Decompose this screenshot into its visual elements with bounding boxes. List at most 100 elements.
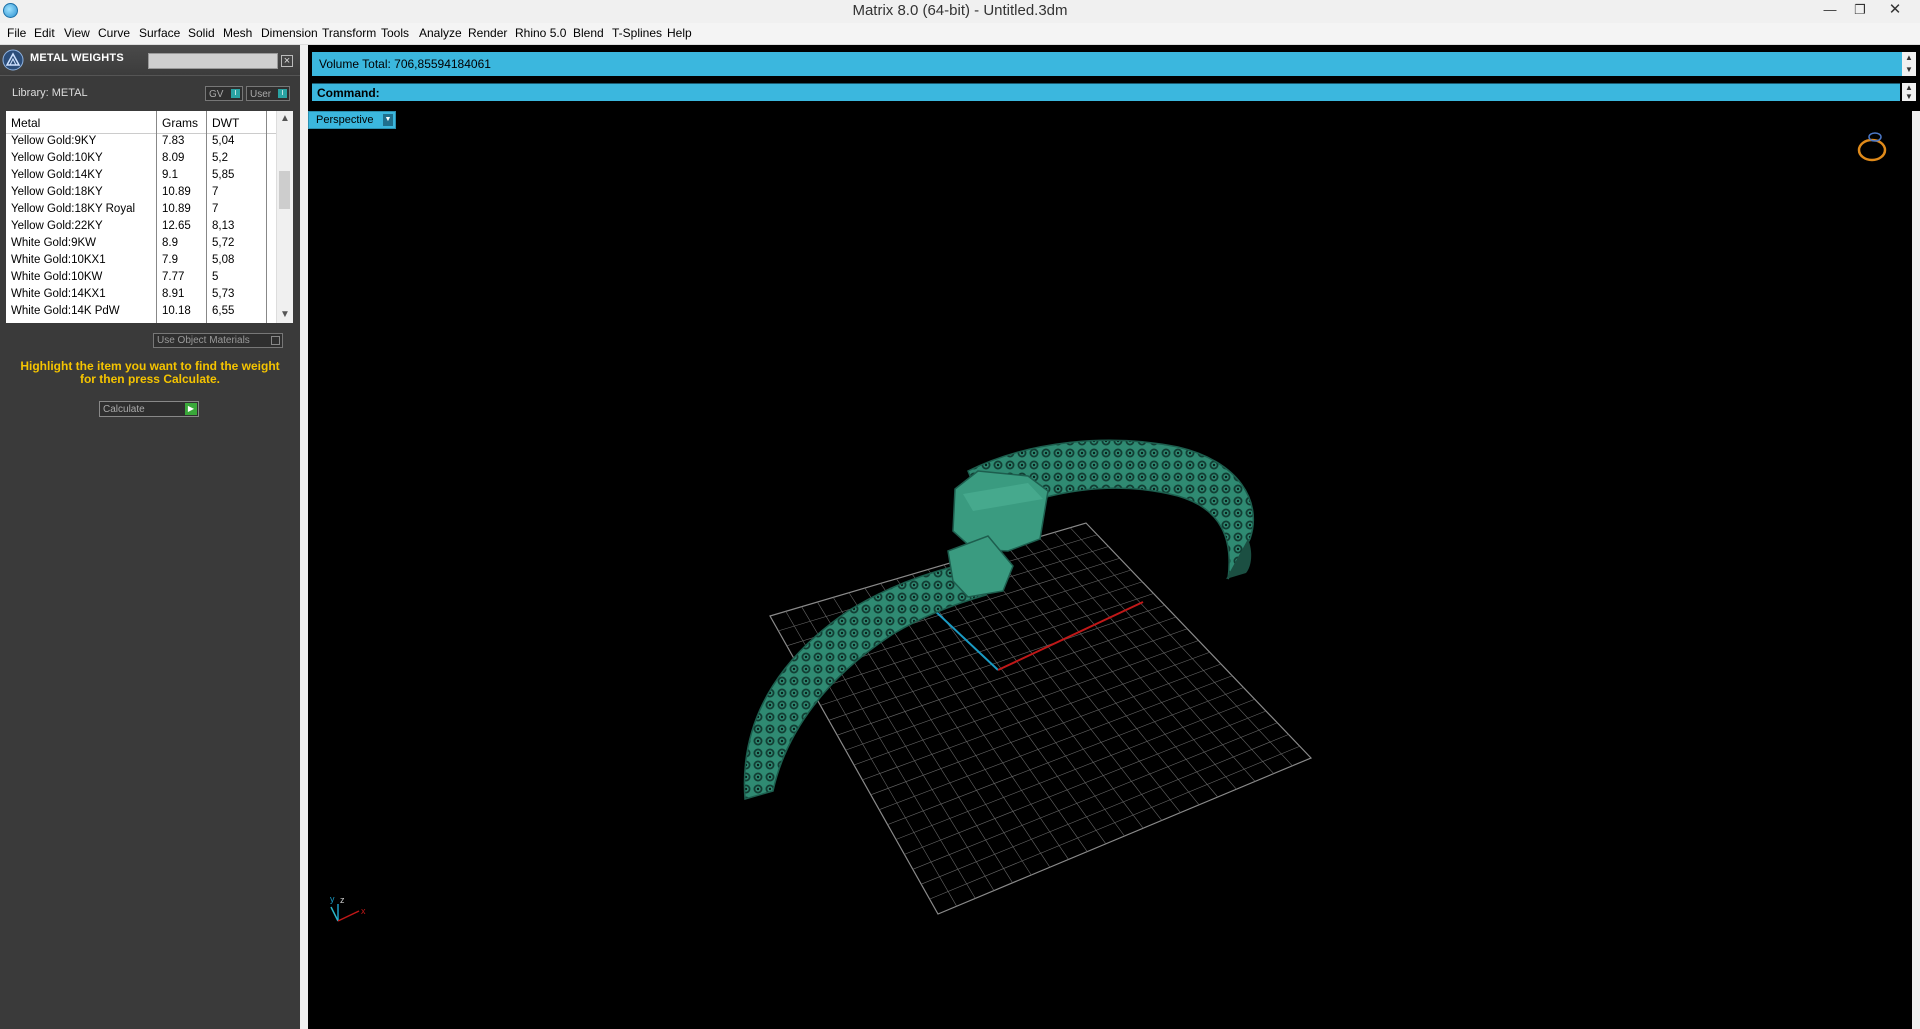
cell-dwt: 8,13 <box>212 220 235 232</box>
cell-metal: Yellow Gold:10KY <box>11 152 103 164</box>
cell-metal: White Gold:14KX1 <box>11 288 106 300</box>
cell-grams: 7.77 <box>162 271 185 283</box>
table-row[interactable]: Yellow Gold:22KY 12.65 8,13 <box>6 218 276 235</box>
menu-solid[interactable]: Solid <box>188 26 215 40</box>
cell-metal: White Gold:10KX1 <box>11 254 106 266</box>
table-scrollbar[interactable]: ▲ ▼ <box>276 111 293 323</box>
table-row[interactable]: White Gold:14KX1 8.91 5,73 <box>6 286 276 303</box>
ring-navigation-icon[interactable] <box>1857 132 1887 162</box>
cell-metal: Yellow Gold:22KY <box>11 220 103 232</box>
metal-table: Metal Grams DWT Yellow Gold:9KY 7.83 5,04 … <box>6 111 293 323</box>
history-scrollbar[interactable]: ▲ ▼ <box>1902 52 1916 76</box>
play-arrow-icon: ▶ <box>185 403 197 415</box>
menu-blend[interactable]: Blend <box>573 26 604 40</box>
menu-rhino[interactable]: Rhino 5.0 <box>515 26 566 40</box>
column-header-dwt[interactable]: DWT <box>212 116 239 130</box>
cell-grams: 10.89 <box>162 186 191 198</box>
menu-dimension[interactable]: Dimension <box>261 26 318 40</box>
panel-splitter[interactable] <box>300 45 308 1029</box>
menu-edit[interactable]: Edit <box>34 26 55 40</box>
table-row[interactable]: Yellow Gold:18KY Royal 10.89 7 <box>6 201 276 218</box>
panel-close-icon[interactable]: × <box>281 55 293 67</box>
cell-dwt: 7 <box>212 203 219 215</box>
gv-toggle[interactable]: GV I <box>205 86 243 101</box>
checkbox-box-icon <box>271 336 280 345</box>
table-row[interactable]: Yellow Gold:10KY 8.09 5,2 <box>6 150 276 167</box>
command-prompt-label: Command: <box>317 86 380 100</box>
grid-line <box>1069 527 1293 767</box>
menu-tsplines[interactable]: T-Splines <box>612 26 662 40</box>
column-header-grams[interactable]: Grams <box>162 116 198 130</box>
cell-grams: 7.83 <box>162 135 185 147</box>
menu-transform[interactable]: Transform <box>322 26 376 40</box>
use-object-materials-checkbox[interactable]: Use Object Materials <box>153 333 283 348</box>
table-row[interactable]: White Gold:9KW 8.9 5,72 <box>6 235 276 252</box>
cell-metal: Yellow Gold:18KY <box>11 186 103 198</box>
cell-grams: 8.09 <box>162 152 185 164</box>
scroll-up-icon[interactable]: ▲ <box>277 111 293 127</box>
command-area: Volume Total: 706,85594184061 ▲ ▼ Command… <box>308 45 1920 111</box>
instruction-text: Highlight the item you want to find the … <box>20 359 280 386</box>
table-row[interactable]: White Gold:14K PdW 10.18 6,55 <box>6 303 276 320</box>
column-header-metal[interactable]: Metal <box>11 116 40 130</box>
y-axis-line <box>932 608 999 671</box>
scroll-thumb[interactable] <box>279 171 290 209</box>
cell-metal: Yellow Gold:9KY <box>11 135 97 147</box>
cell-grams: 12.65 <box>162 220 191 232</box>
scroll-down-icon[interactable]: ▼ <box>277 307 293 323</box>
panel-title: METAL WEIGHTS <box>30 52 124 64</box>
user-label: User <box>250 89 272 100</box>
cell-dwt: 5,72 <box>212 237 235 249</box>
menu-render[interactable]: Render <box>468 26 507 40</box>
cell-dwt: 5,85 <box>212 169 235 181</box>
metal-weights-panel: METAL WEIGHTS × Library: METAL GV I User I… <box>0 45 300 1029</box>
gv-toggle-indicator-icon: I <box>231 89 240 98</box>
user-toggle-indicator-icon: I <box>278 89 287 98</box>
menu-view[interactable]: View <box>64 26 90 40</box>
cell-grams: 9.1 <box>162 169 178 181</box>
ring-setting-head[interactable] <box>952 470 1049 552</box>
cell-grams: 7.9 <box>162 254 178 266</box>
menu-tools[interactable]: Tools <box>381 26 409 40</box>
volume-total-text: Volume Total: 706,85594184061 <box>319 57 491 71</box>
cell-grams: 10.89 <box>162 203 191 215</box>
perspective-viewport[interactable]: Perspective ▼ y z x <box>308 111 1912 1029</box>
user-toggle[interactable]: User I <box>246 86 290 101</box>
menu-surface[interactable]: Surface <box>139 26 180 40</box>
table-row[interactable]: Yellow Gold:18KY 10.89 7 <box>6 184 276 201</box>
cell-metal: White Gold:10KW <box>11 271 103 283</box>
close-icon[interactable]: ✕ <box>1881 0 1909 20</box>
menu-analyze[interactable]: Analyze <box>419 26 462 40</box>
calculate-label: Calculate <box>103 404 145 415</box>
panel-header: METAL WEIGHTS × <box>0 45 300 76</box>
cell-dwt: 7 <box>212 186 219 198</box>
menu-help[interactable]: Help <box>667 26 692 40</box>
ring-band-lower[interactable] <box>743 565 988 800</box>
restore-icon[interactable]: ❐ <box>1846 0 1874 20</box>
cell-metal: Yellow Gold:14KY <box>11 169 103 181</box>
menu-file[interactable]: File <box>7 26 26 40</box>
panel-header-strip <box>148 53 278 69</box>
axis-z-label: z <box>340 895 345 905</box>
library-label: Library: METAL <box>12 87 88 99</box>
table-row[interactable]: Yellow Gold:9KY 7.83 5,04 <box>6 133 276 150</box>
cell-dwt: 5,73 <box>212 288 235 300</box>
viewport-canvas: y z x <box>330 132 1887 922</box>
menu-mesh[interactable]: Mesh <box>223 26 252 40</box>
use-object-materials-label: Use Object Materials <box>157 335 250 346</box>
command-line[interactable]: Command: <box>312 83 1900 101</box>
menu-curve[interactable]: Curve <box>98 26 130 40</box>
minimize-icon[interactable]: — <box>1816 0 1844 20</box>
construction-grid <box>769 522 1313 915</box>
command-history: Volume Total: 706,85594184061 <box>312 52 1902 76</box>
cell-dwt: 5,08 <box>212 254 235 266</box>
menu-bar: File Edit View Curve Surface Solid Mesh … <box>0 23 1920 45</box>
cell-dwt: 5,04 <box>212 135 235 147</box>
calculate-button[interactable]: Calculate ▶ <box>99 401 199 417</box>
table-row[interactable]: White Gold:10KW 7.77 5 <box>6 269 276 286</box>
table-row[interactable]: Yellow Gold:14KY 9.1 5,85 <box>6 167 276 184</box>
command-scrollbar[interactable]: ▲ ▼ <box>1902 83 1916 101</box>
cell-grams: 8.9 <box>162 237 178 249</box>
table-row[interactable]: White Gold:10KX1 7.9 5,08 <box>6 252 276 269</box>
cell-metal: Yellow Gold:18KY Royal <box>11 203 136 215</box>
